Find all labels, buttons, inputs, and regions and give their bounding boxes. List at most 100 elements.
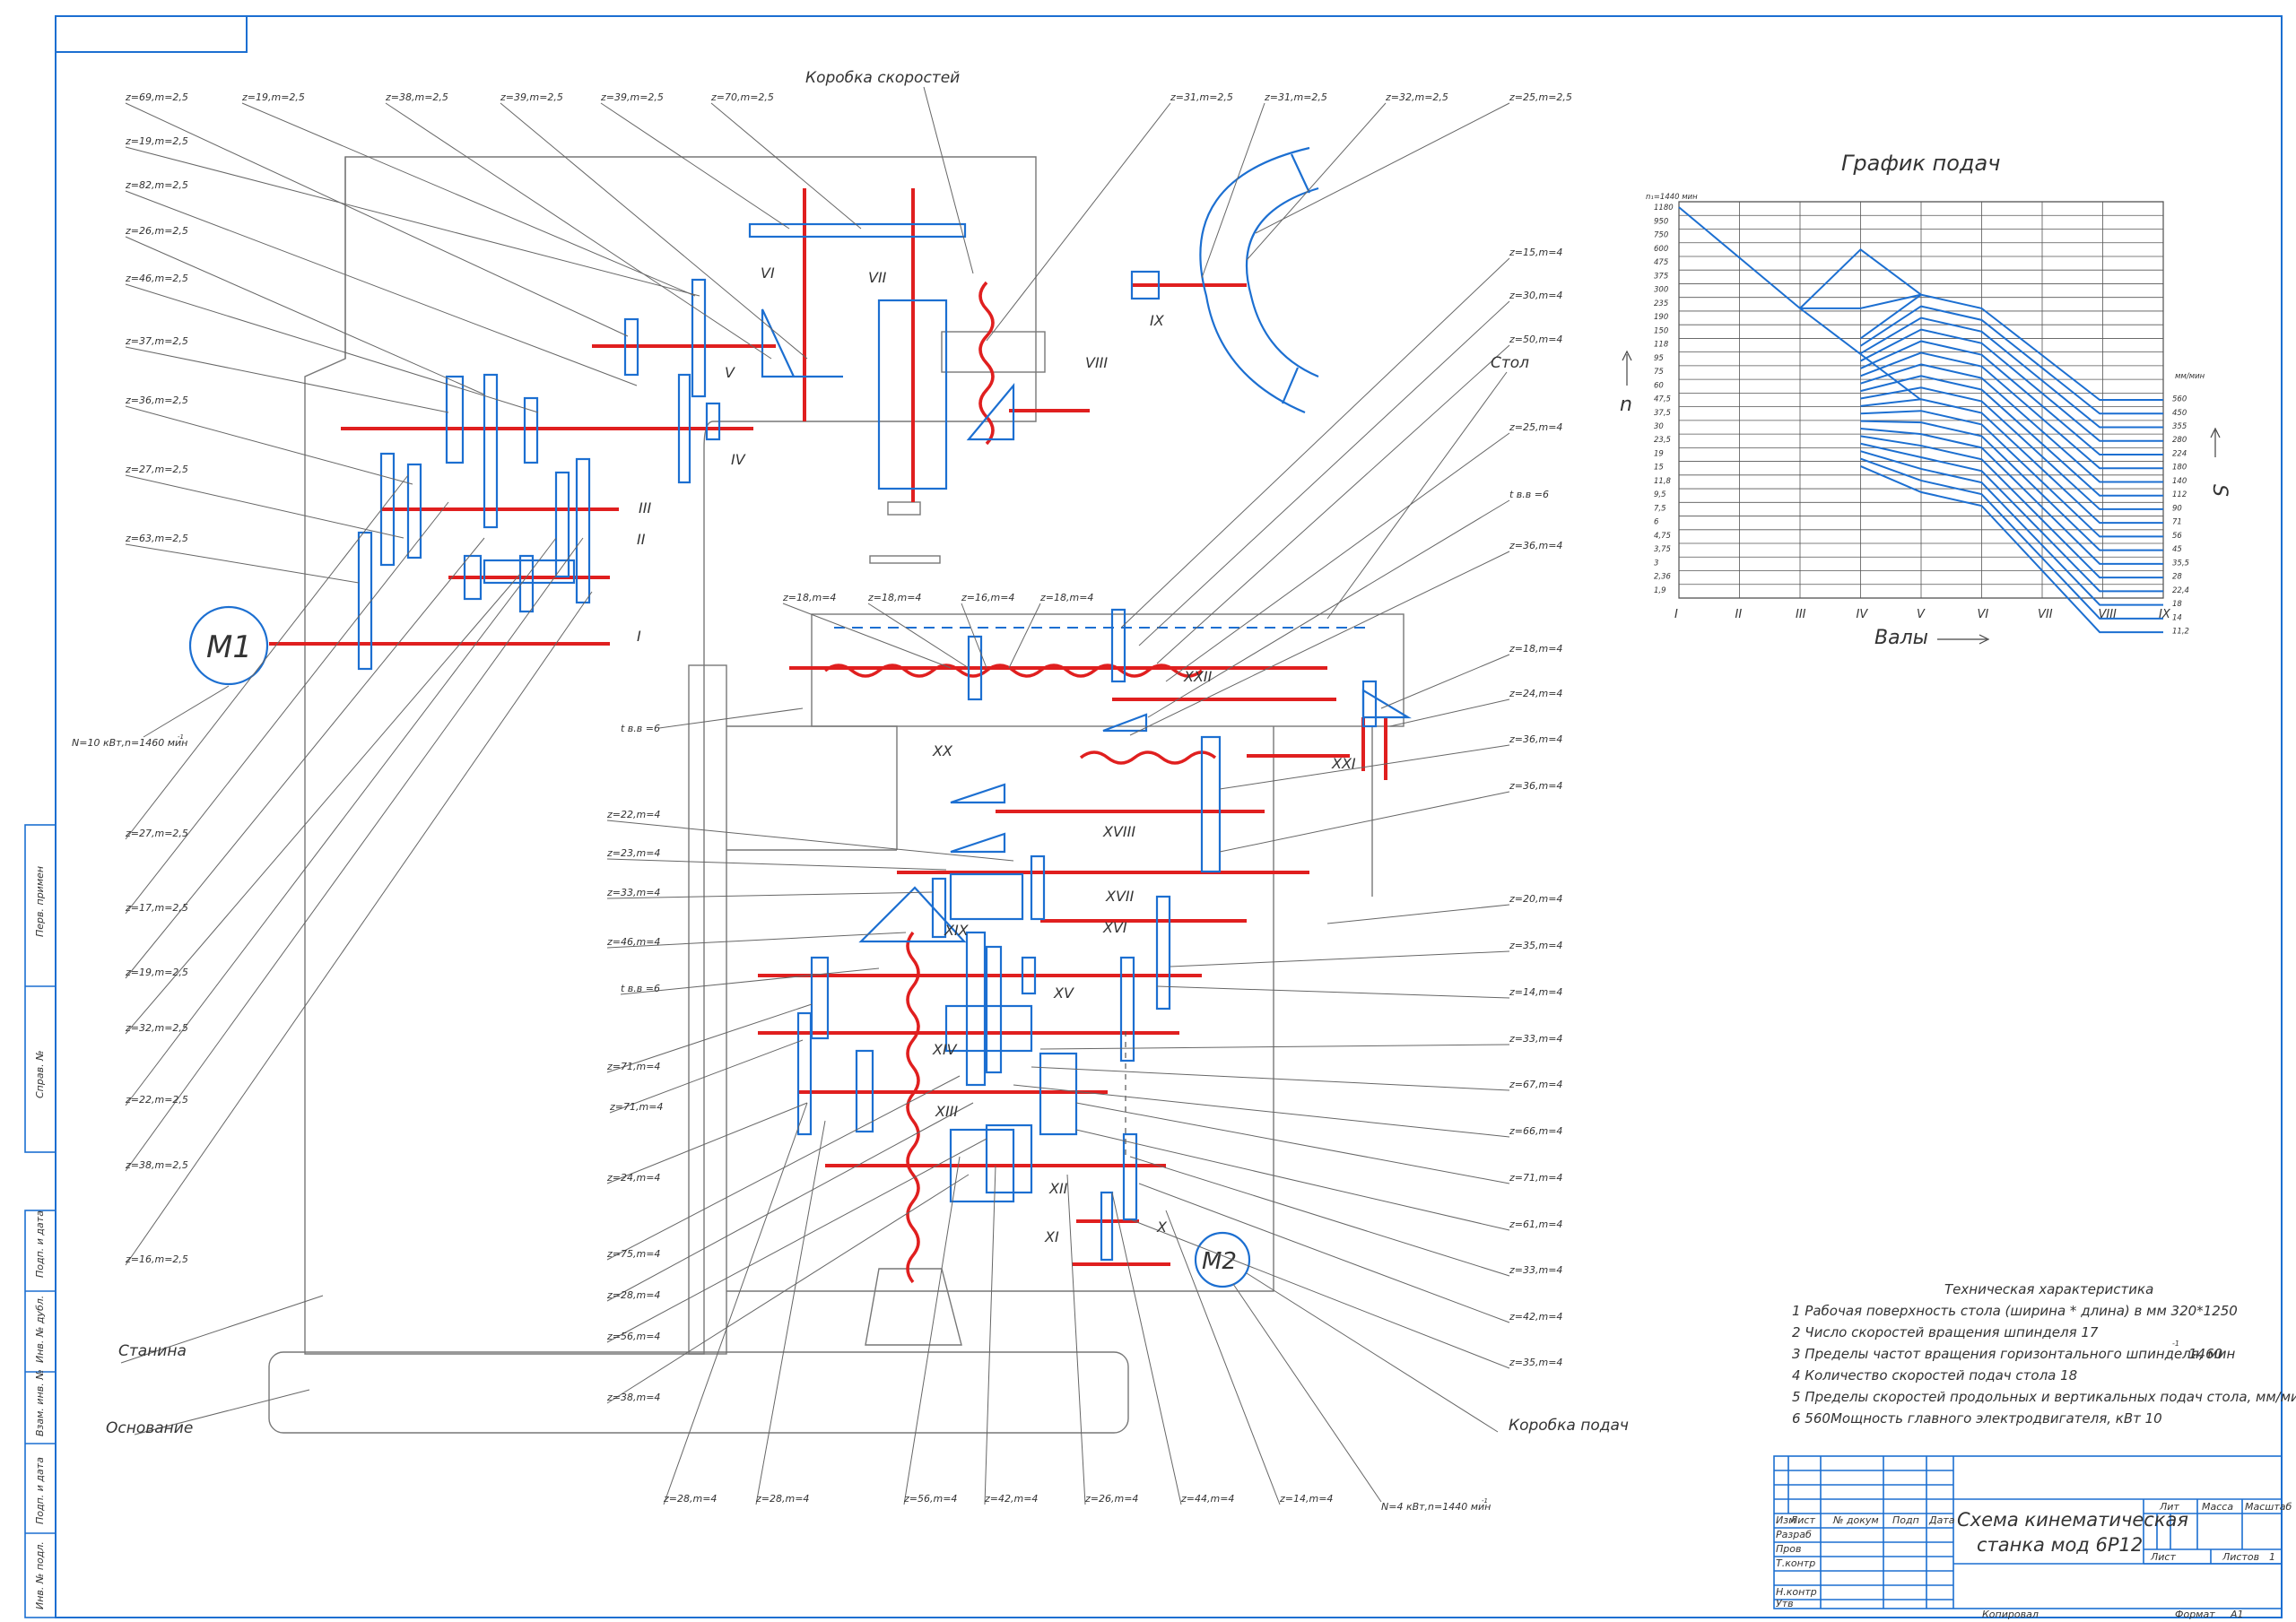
graph-shaft-tick-3: IV [1857,608,1869,621]
stamp-format-value: А1 [2230,1609,2244,1620]
graph-n-tick-26: 3 [1654,559,1658,568]
graph-n-tick-5: 375 [1654,272,1668,281]
gear_labels_top-4: z=70,m=2,5 [710,91,774,103]
gear_labels_top-5: z=31,m=2,5 [1170,91,1233,103]
pitch-label: t в.в =6 [621,723,660,734]
gear_labels_top-6: z=31,m=2,5 [1264,91,1327,103]
shaft-label-20: XXI [1331,755,1356,772]
gear_labels_right-15: z=66,m=4 [1509,1125,1562,1137]
stamp-row-razrab: Разраб [1776,1529,1812,1540]
shaft-label-5: VI [761,265,775,282]
gear_labels_left-8: z=63,m=2,5 [125,533,188,544]
gear_labels_right-20: z=35,m=4 [1509,1357,1562,1368]
gear_labels_mid_left-10: z=56,m=4 [606,1331,660,1342]
gear_labels_table_top-1: z=18,m=4 [867,592,921,603]
gear_labels_table_top-2: z=16,m=4 [961,592,1014,603]
shaft-label-16: XVII [1105,888,1135,905]
graph-n-tick-0: 1180 [1654,204,1674,213]
shaft-label-17: XVIII [1102,823,1135,840]
tech-line-3: 3 Пределы частот вращения горизонтальног… [1792,1346,2235,1362]
gear_labels_right-18: z=33,m=4 [1509,1264,1562,1276]
caption-table: Стол [1491,354,1529,372]
graph-s-tick-16: 14 [2172,613,2182,622]
graph-n-tick-12: 75 [1654,368,1664,377]
graph-n-tick-27: 2,36 [1654,573,1672,582]
stamp-podp: Подп [1892,1514,1919,1526]
gear_labels_mid_left-6: z=71,m=4 [609,1101,663,1113]
shaft-label-12: XIII [935,1103,958,1120]
graph-shaft-tick-1: II [1735,608,1743,621]
gear_labels_right-16: z=71,m=4 [1509,1172,1562,1184]
shaft-label-11: XII [1048,1180,1068,1197]
graph-s-tick-5: 180 [2172,464,2187,473]
graph-s-tick-9: 71 [2172,518,2182,527]
gear_labels_right-19: z=42,m=4 [1509,1311,1562,1323]
gear_labels_left-2: z=82,m=2,5 [125,179,188,191]
graph-s-tick-7: 112 [2172,490,2187,499]
gear_labels_top-8: z=25,m=2,5 [1509,91,1572,103]
gear_labels_mid_left-9: z=28,m=4 [606,1289,660,1301]
gear_labels_table_top-3: z=18,m=4 [1039,592,1093,603]
graph-s-tick-17: 11,2 [2172,628,2189,637]
stamp-title-line1: Схема кинематическая [1957,1509,2188,1531]
stamp-format: Формат [2175,1609,2215,1620]
graph-n-tick-25: 3,75 [1654,545,1671,554]
caption-base: Основание [106,1419,193,1437]
graph-n-tick-8: 190 [1654,313,1668,322]
shaft-label-19: XX [932,742,953,759]
graph-n-tick-6: 300 [1654,286,1668,295]
gear_labels_top-1: z=38,m=2,5 [385,91,448,103]
gear_labels_bottom-3: z=42,m=4 [984,1493,1038,1505]
stamp-massa: Масса [2202,1501,2233,1513]
graph-n-tick-24: 4,75 [1654,532,1671,541]
graph-n-tick-9: 150 [1654,326,1668,335]
gear_labels_right-6: z=18,m=4 [1509,643,1562,655]
gear_labels_left-6: z=36,m=2,5 [125,395,188,406]
side-stamp-3: Подп. и дата [34,1210,46,1278]
gear_labels_left-7: z=27,m=2,5 [125,464,188,475]
graph-n-tick-23: 6 [1654,518,1659,527]
graph-n-tick-19: 15 [1654,464,1664,473]
tech-line-5: 5 Пределы скоростей продольных и вертика… [1792,1389,2296,1405]
graph-title: График подач [1841,151,2000,176]
shaft-label-21: XXII [1183,668,1213,685]
side-stamp-6: Подп. и дата [34,1457,46,1524]
tech-line-1: 1 Рабочая поверхность стола (ширина * дл… [1792,1303,2238,1319]
graph-s-tick-6: 140 [2172,477,2187,486]
graph-s-tick-14: 22,4 [2172,586,2189,595]
shaft-label-1: II [637,531,646,548]
tech-characteristics: Техническая характеристика 1 Рабочая пов… [1792,1281,2296,1427]
gear_labels_mid_left-4: t в.в =6 [621,983,660,994]
gear_labels_top-3: z=39,m=2,5 [600,91,664,103]
gear_labels_top-7: z=32,m=2,5 [1385,91,1448,103]
shaft-label-9: X [1156,1219,1168,1236]
gear_labels_bottom-5: z=44,m=4 [1180,1493,1234,1505]
stamp-listov-value: 1 [2269,1551,2275,1563]
graph-shaft-tick-0: I [1674,608,1678,621]
gear_labels_mid_left-3: z=46,m=4 [606,936,660,948]
stamp-doc: № докум [1832,1514,1879,1526]
graph-n-tick-21: 9,5 [1654,490,1666,499]
gear_labels_right-8: z=36,m=4 [1509,733,1562,745]
stamp-kopiroval: Копировал [1982,1609,2039,1620]
motor1-spec: N=10 кВт,n=1460 мин [72,737,187,749]
gear_labels_right-7: z=24,m=4 [1509,688,1562,699]
shaft-label-2: III [639,499,651,516]
kinematic-scheme-drawing: Перв. примен Справ. № Подп. и дата Инв. … [0,0,2296,1622]
motor-m1-label: M1 [206,629,252,665]
caption-stanina: Станина [118,1342,187,1360]
stamp-title-line2: станка мод 6Р12 [1977,1534,2143,1556]
gear_labels_mid_left-2: z=33,m=4 [606,887,660,898]
graph-n-tick-3: 600 [1654,245,1668,254]
gear_labels_table_top-0: z=18,m=4 [782,592,836,603]
side-stamp-2: Справ. № [34,1050,46,1098]
gear_labels_right-5: z=36,m=4 [1509,540,1562,551]
graph-s-tick-15: 18 [2172,600,2182,609]
tech-title: Техническая характеристика [1944,1281,2153,1297]
graph-n-tick-18: 19 [1654,449,1664,458]
shaft-label-3: IV [731,451,746,468]
side-stamp-5: Взам. инв. № [34,1369,46,1436]
tech-line-3-exp: -1 [2172,1340,2179,1348]
gear_labels_right-1: z=30,m=4 [1509,290,1562,301]
gear_labels_right-2: z=50,m=4 [1509,334,1562,345]
